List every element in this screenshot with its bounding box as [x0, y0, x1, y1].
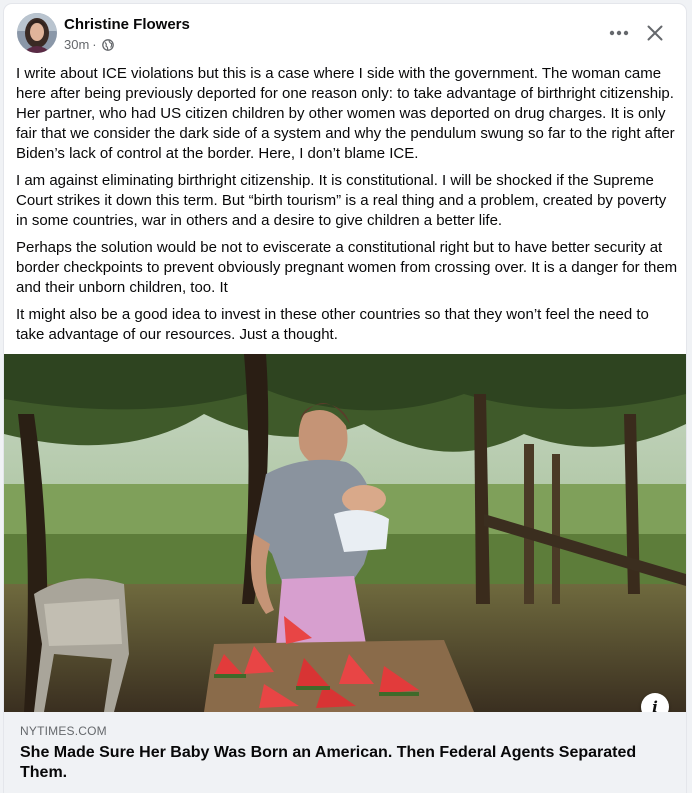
- author-name[interactable]: Christine Flowers: [64, 16, 190, 33]
- link-preview-card[interactable]: NYTIMES.COM She Made Sure Her Baby Was B…: [4, 712, 686, 793]
- more-horizontal-icon: [609, 30, 629, 36]
- globe-icon: [101, 38, 114, 51]
- close-button[interactable]: [640, 18, 670, 48]
- post-timestamp[interactable]: 30m: [64, 37, 89, 52]
- post-paragraph: Perhaps the solution would be not to evi…: [16, 239, 678, 296]
- post-body: I write about ICE violations but this is…: [16, 64, 678, 352]
- post-card: Christine Flowers 30m · I write about IC…: [4, 4, 686, 793]
- meta-separator: ·: [92, 37, 97, 52]
- post-paragraph: I am against eliminating birthright citi…: [16, 172, 667, 229]
- more-options-button[interactable]: [604, 18, 634, 48]
- post-paragraph: It might also be a good idea to invest i…: [16, 306, 649, 343]
- link-headline[interactable]: She Made Sure Her Baby Was Born an Ameri…: [20, 743, 670, 783]
- link-preview-image[interactable]: [4, 354, 686, 712]
- post-paragraph: I write about ICE violations but this is…: [16, 65, 675, 162]
- link-domain: NYTIMES.COM: [20, 724, 107, 738]
- author-avatar[interactable]: [17, 13, 57, 53]
- post-header: Christine Flowers 30m ·: [4, 4, 686, 64]
- post-meta: 30m ·: [64, 37, 114, 52]
- close-icon: [647, 25, 663, 41]
